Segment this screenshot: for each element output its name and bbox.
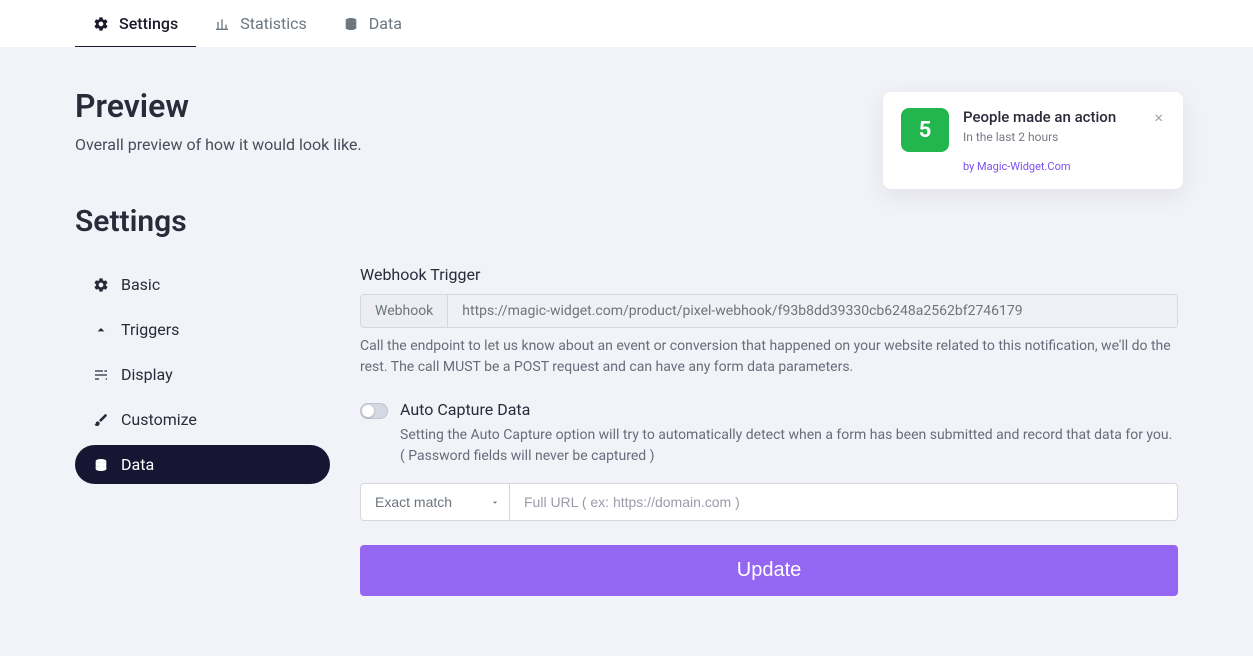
gears-icon [93,16,109,32]
tabs: Settings Statistics Data [75,0,1178,47]
auto-capture-row: Auto Capture Data Setting the Auto Captu… [360,400,1178,467]
webhook-addon: Webhook [361,295,448,327]
notification-card: 5 People made an action In the last 2 ho… [883,92,1183,189]
webhook-field: Webhook Trigger Webhook https://magic-wi… [360,265,1178,378]
sidebar-item-customize[interactable]: Customize [75,400,330,439]
settings-title: Settings [75,204,1178,239]
update-button[interactable]: Update [360,545,1178,596]
notification-attribution[interactable]: by Magic-Widget.Com [963,160,1165,173]
database-icon [343,16,359,32]
tab-label: Settings [119,14,178,33]
notification-count-badge: 5 [901,108,949,152]
sidebar-item-triggers[interactable]: Triggers [75,310,330,349]
gear-icon [93,277,109,293]
webhook-help: Call the endpoint to let us know about a… [360,336,1178,378]
sidebar-label: Customize [121,410,197,429]
notification-subtitle: In the last 2 hours [963,130,1138,144]
sidebar-item-display[interactable]: Display [75,355,330,394]
sidebar-item-data[interactable]: Data [75,445,330,484]
notification-title: People made an action [963,108,1138,126]
match-type-select[interactable]: Exact match [360,483,510,521]
tab-statistics[interactable]: Statistics [196,0,325,47]
url-input[interactable] [510,483,1178,521]
tab-label: Data [369,14,402,33]
webhook-label: Webhook Trigger [360,265,1178,284]
settings-sidebar: Basic Triggers Display Customize [75,265,330,490]
chevron-up-icon [93,322,109,338]
webhook-url[interactable]: https://magic-widget.com/product/pixel-w… [448,295,1177,327]
tab-data[interactable]: Data [325,0,420,47]
sidebar-label: Basic [121,275,160,294]
sliders-icon [93,367,109,383]
chart-bar-icon [214,16,230,32]
close-icon[interactable]: × [1152,108,1165,128]
auto-capture-toggle[interactable] [360,403,388,419]
settings-body: Basic Triggers Display Customize [75,265,1178,596]
tab-label: Statistics [240,14,307,33]
match-input-row: Exact match [360,483,1178,521]
auto-capture-help: Setting the Auto Capture option will try… [400,425,1178,467]
auto-capture-label: Auto Capture Data [400,400,1178,419]
database-icon [93,457,109,473]
settings-panel: Webhook Trigger Webhook https://magic-wi… [360,265,1178,596]
main-content: 5 People made an action In the last 2 ho… [0,47,1253,656]
sidebar-label: Triggers [121,320,179,339]
sidebar-label: Data [121,455,154,474]
webhook-input-group: Webhook https://magic-widget.com/product… [360,294,1178,328]
sidebar-item-basic[interactable]: Basic [75,265,330,304]
brush-icon [93,412,109,428]
sidebar-label: Display [121,365,173,384]
tab-settings[interactable]: Settings [75,0,196,47]
match-select-wrapper: Exact match [360,483,510,521]
tabs-bar: Settings Statistics Data [0,0,1253,47]
